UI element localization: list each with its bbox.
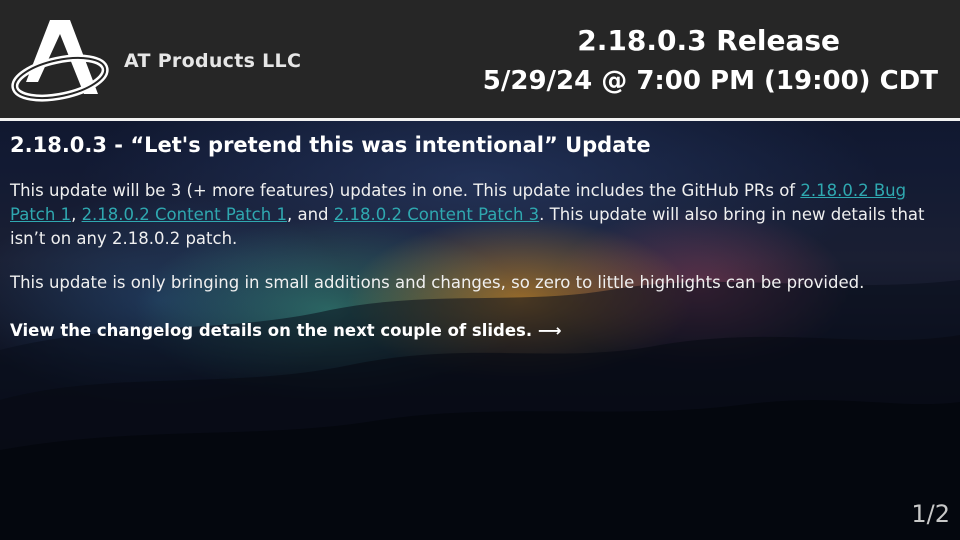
page-number: 1/2: [911, 500, 950, 528]
content-patch-3-link[interactable]: 2.18.0.2 Content Patch 3: [334, 205, 539, 224]
release-date: 5/29/24 @ 7:00 PM (19:00) CDT: [482, 66, 938, 96]
next-slides-cta: View the changelog details on the next c…: [10, 321, 562, 340]
company-name: AT Products LLC: [124, 50, 302, 72]
intro-text-before: This update will be 3 (+ more features) …: [10, 181, 801, 200]
intro-paragraph: This update will be 3 (+ more features) …: [10, 179, 930, 251]
intro-separator-1: ,: [71, 205, 82, 224]
release-title: 2.18.0.3 Release: [577, 24, 840, 57]
header-bar: AT Products LLC 2.18.0.3 Release 5/29/24…: [0, 0, 960, 121]
intro-separator-2: , and: [286, 205, 334, 224]
highlights-paragraph: This update is only bringing in small ad…: [10, 273, 865, 292]
slide-content: 2.18.0.3 - “Let's pretend this was inten…: [10, 133, 930, 340]
content-patch-1-link[interactable]: 2.18.0.2 Content Patch 1: [82, 205, 287, 224]
update-title: 2.18.0.3 - “Let's pretend this was inten…: [10, 133, 651, 157]
at-products-logo-icon: [10, 12, 110, 110]
